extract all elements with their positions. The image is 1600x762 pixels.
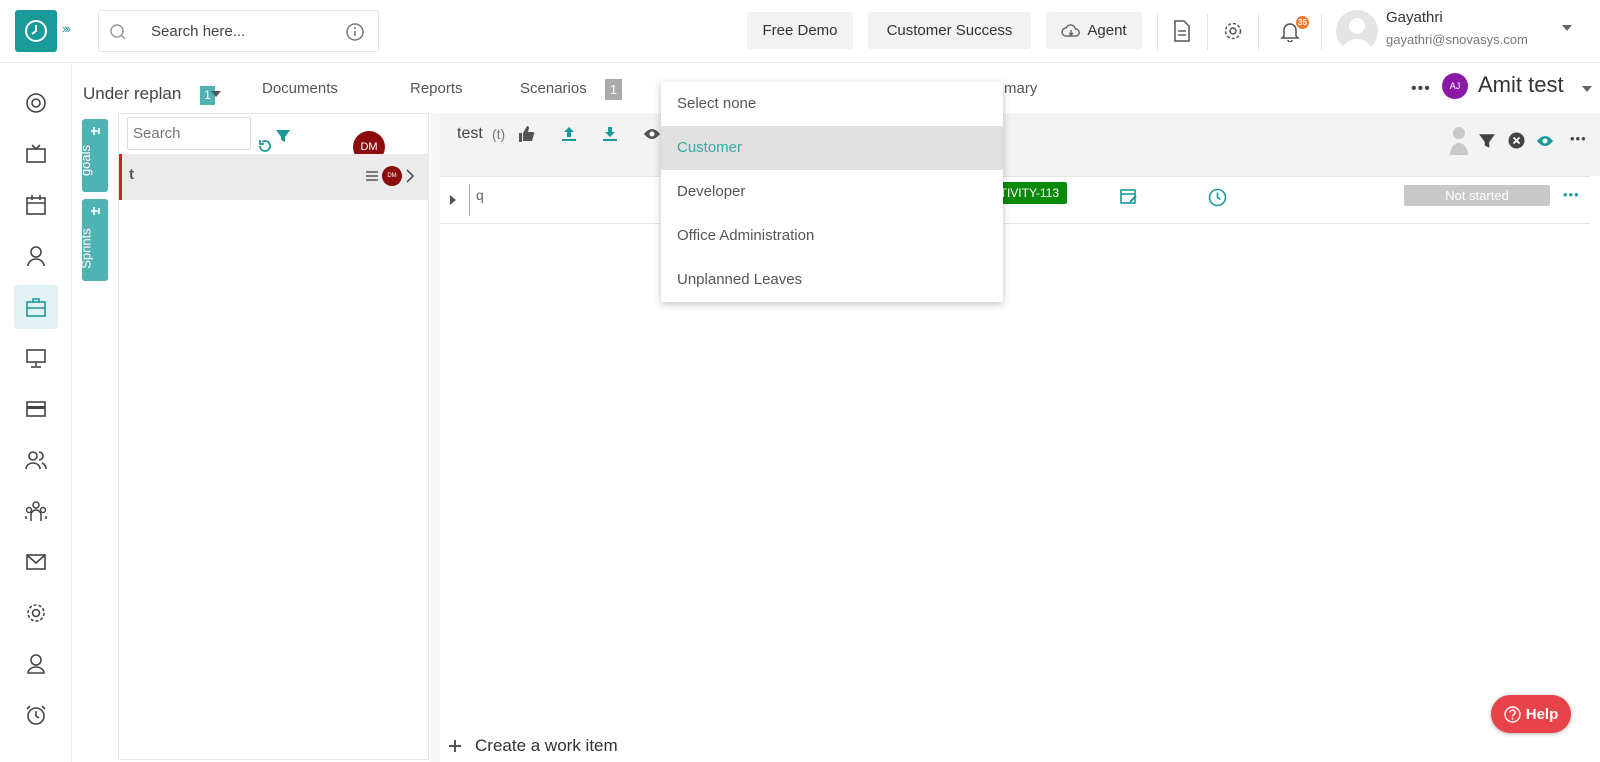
nav-team-icon[interactable] [14,438,58,482]
user-email: gayathri@snovasys.com [1386,32,1528,47]
left-navigation [0,63,72,762]
nav-monitor-icon[interactable] [14,336,58,380]
clock-logo-icon [25,20,47,42]
search-placeholder: Search here... [151,23,246,40]
sprints-side-tab-label: Sprints [78,228,94,269]
row-more-options-icon[interactable]: ••• [1563,187,1580,202]
calendar-edit-icon[interactable] [1120,187,1138,205]
project-name[interactable]: Amit test [1478,72,1564,98]
nav-org-icon[interactable] [14,489,58,533]
dropdown-option[interactable]: Select none [661,82,1003,126]
project-avatar: AJ [1442,73,1468,99]
clear-filter-icon[interactable] [1508,132,1525,149]
chevron-right-icon[interactable] [405,169,415,183]
tab-scenarios[interactable]: Scenarios [520,80,587,97]
user-avatar[interactable] [1336,10,1378,52]
clock-icon[interactable] [1208,188,1227,207]
user-silhouette-icon [1342,18,1372,52]
nav-card-icon[interactable] [14,387,58,431]
nav-alarm-icon[interactable] [14,693,58,737]
customer-success-button[interactable]: Customer Success [868,12,1031,49]
plus-icon[interactable] [448,739,462,753]
work-title-code: (t) [492,126,506,142]
download-icon[interactable] [601,125,619,143]
nav-tv-icon[interactable] [14,132,58,176]
nav-mail-icon[interactable] [14,540,58,584]
user-menu-caret-icon[interactable] [1562,25,1572,31]
filter-icon[interactable] [1478,132,1496,150]
team-filter-dropdown: Select none Customer Developer Office Ad… [661,82,1003,302]
tab-reports[interactable]: Reports [410,80,463,97]
thumbs-up-icon[interactable] [517,125,535,143]
cloud-download-icon [1061,23,1081,37]
tab-documents[interactable]: Documents [262,80,338,97]
divider [1258,14,1259,50]
more-options-icon[interactable]: ••• [1570,131,1587,146]
pin-icon [91,127,100,135]
info-icon[interactable] [345,22,365,42]
app-logo[interactable] [15,10,57,52]
eye-icon[interactable] [1536,134,1554,148]
expand-sidebar-icon[interactable]: ››› [62,21,71,36]
pin-icon [91,207,100,215]
search-icon [110,24,126,40]
divider [1207,14,1208,50]
tab-dropdown-caret-icon[interactable] [211,91,221,97]
work-title: test [457,125,483,142]
goal-avatar: DM [382,166,402,186]
divider [1157,14,1158,50]
sprints-side-tab[interactable]: Sprints [78,199,108,281]
tab-under-replan[interactable]: Under replan [83,84,181,104]
nav-calendar-icon[interactable] [14,183,58,227]
assignee-placeholder-icon[interactable] [1448,125,1470,155]
project-caret-icon[interactable] [1582,86,1592,92]
user-name: Gayathri [1386,9,1443,26]
create-work-item-link[interactable]: Create a work item [475,736,618,756]
free-demo-button[interactable]: Free Demo [747,12,853,49]
nav-profile-icon[interactable] [14,642,58,686]
dropdown-option-selected[interactable]: Customer [661,126,1003,170]
nav-dashboard-icon[interactable] [14,81,58,125]
notification-count-badge: 35 [1296,16,1309,29]
goal-search-input[interactable] [127,117,251,150]
menu-lines-icon[interactable] [366,170,378,182]
row-indicator [469,184,470,216]
goal-row[interactable]: t DM [119,154,428,200]
goal-name: t [129,166,134,183]
settings-gear-icon[interactable] [1223,21,1243,41]
upload-icon[interactable] [560,125,578,143]
divider [1321,14,1322,50]
panel-gutter [430,113,440,762]
scenarios-count-badge: 1 [605,79,622,100]
nav-briefcase-icon[interactable] [14,285,58,329]
filter-icon[interactable] [275,128,291,144]
document-icon[interactable] [1172,20,1192,42]
work-item-row[interactable]: q ACTIVITY-113 Not started ••• [440,176,1590,224]
refresh-icon[interactable] [257,138,273,154]
dropdown-option[interactable]: Unplanned Leaves [661,258,1003,302]
tab-summary[interactable]: mary [1004,80,1037,97]
eye-icon[interactable] [643,127,661,141]
agent-label: Agent [1087,22,1127,39]
goals-side-tab[interactable]: goals [78,119,108,192]
dropdown-option[interactable]: Developer [661,170,1003,214]
agent-button[interactable]: Agent [1046,12,1142,49]
work-header: test (t) ••• [440,113,1600,176]
nav-user-icon[interactable] [14,234,58,278]
help-question-icon [1504,705,1521,723]
global-search[interactable]: Search here... [98,10,379,52]
help-label: Help [1525,705,1559,723]
status-badge[interactable]: Not started [1404,185,1550,206]
nav-settings-icon[interactable] [14,591,58,635]
dropdown-option[interactable]: Office Administration [661,214,1003,258]
work-item-name: q [476,187,484,203]
expand-row-icon[interactable] [450,195,456,205]
more-options-icon[interactable]: ••• [1411,80,1431,98]
goal-list-panel: DM t DM [118,113,429,760]
goals-side-tab-label: goals [78,144,94,177]
top-bar: ››› Search here... Free Demo Customer Su… [0,0,1600,63]
help-button[interactable]: Help [1491,695,1571,733]
